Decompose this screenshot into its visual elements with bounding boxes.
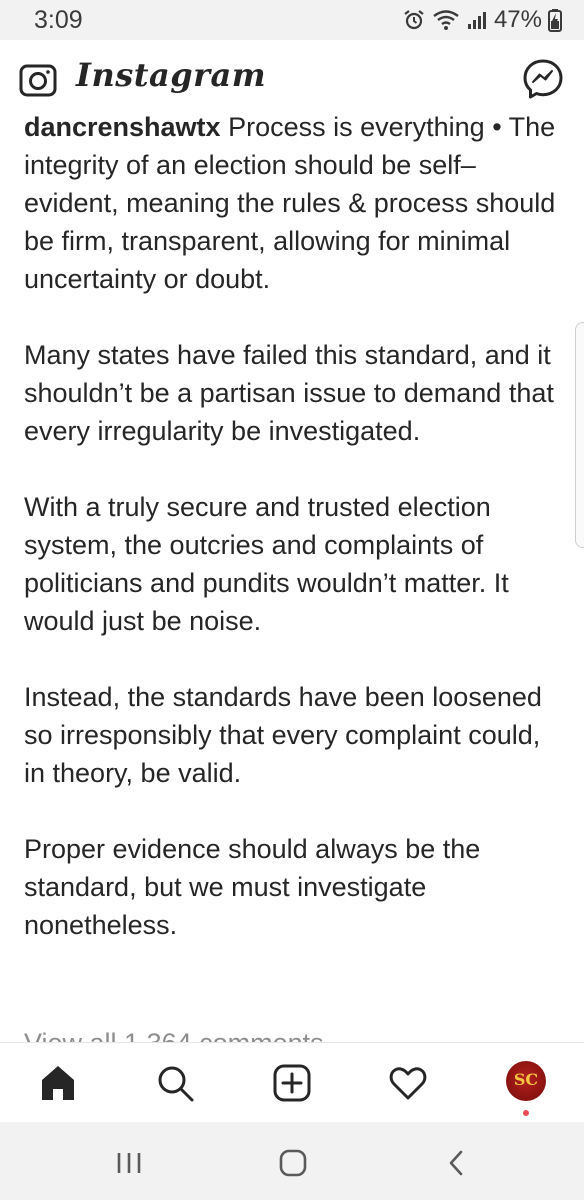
scroll-indicator[interactable] xyxy=(575,322,584,548)
notification-dot xyxy=(523,1110,529,1116)
screen: 3:09 47% Instagram dancrenshawtx Process… xyxy=(0,0,584,1200)
status-bar: 3:09 47% xyxy=(0,0,584,40)
caption-paragraph: Many states have failed this standard, a… xyxy=(24,340,554,446)
add-post-icon[interactable] xyxy=(272,1063,312,1103)
alarm-icon xyxy=(404,10,424,30)
system-nav-bar xyxy=(0,1122,584,1200)
camera-icon[interactable] xyxy=(18,60,58,100)
caption-paragraph: Instead, the standards have been loosene… xyxy=(24,682,542,788)
battery-charging-icon xyxy=(548,9,562,32)
messenger-icon[interactable] xyxy=(522,58,564,100)
heart-icon[interactable] xyxy=(388,1063,428,1103)
profile-logo: SC xyxy=(513,1070,539,1089)
wifi-icon xyxy=(433,10,459,30)
search-icon[interactable] xyxy=(155,1063,195,1103)
status-icons: 47% xyxy=(402,6,562,34)
caption-paragraph: With a truly secure and trusted election… xyxy=(24,492,509,636)
app-header: Instagram xyxy=(0,40,584,118)
view-all-comments-link[interactable]: View all 1,364 comments xyxy=(24,1024,324,1042)
battery-percent: 47% xyxy=(493,6,542,33)
bottom-nav: SC xyxy=(0,1042,584,1121)
status-time: 3:09 xyxy=(34,6,83,34)
profile-avatar[interactable]: SC xyxy=(506,1061,546,1101)
caption-paragraph: Proper evidence should always be the sta… xyxy=(24,834,481,940)
view-all-comments-label: View all 1,364 comments xyxy=(24,1024,324,1042)
app-title: Instagram xyxy=(76,56,267,94)
caption-paragraph: dancrenshawtx Process is everything • Th… xyxy=(24,108,566,298)
back-icon[interactable] xyxy=(442,1148,472,1178)
home-icon[interactable] xyxy=(38,1063,78,1103)
post-caption: dancrenshawtx Process is everything • Th… xyxy=(24,108,566,1040)
recents-icon[interactable] xyxy=(114,1148,144,1178)
signal-icon xyxy=(467,12,486,29)
post-username[interactable]: dancrenshawtx xyxy=(24,112,221,142)
home-outline-icon[interactable] xyxy=(278,1148,308,1178)
